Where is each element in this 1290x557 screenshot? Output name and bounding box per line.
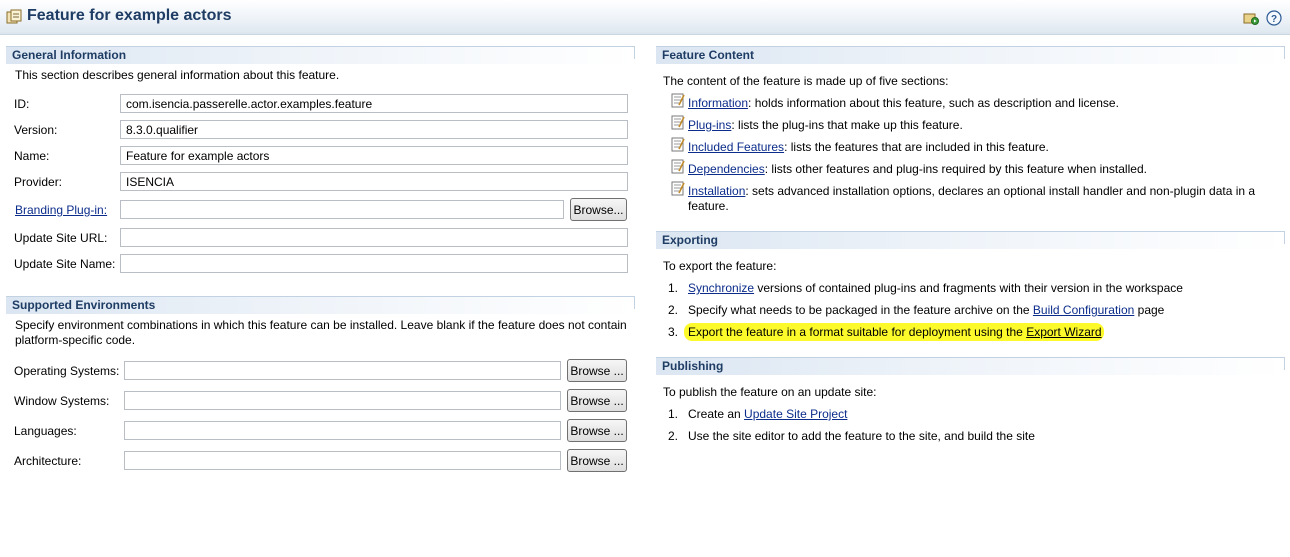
os-browse-button[interactable]: Browse ... <box>567 359 627 382</box>
publishing-intro: To publish the feature on an update site… <box>663 385 877 399</box>
branding-browse-button[interactable]: Browse... <box>570 198 627 221</box>
architecture-field[interactable] <box>124 451 561 470</box>
build-configuration-link[interactable]: Build Configuration <box>1033 303 1134 317</box>
architecture-browse-button[interactable]: Browse ... <box>567 449 627 472</box>
content-item-installation: Installation: sets advanced installation… <box>688 184 1268 214</box>
section-title: Exporting <box>662 233 718 247</box>
step-text: Export the feature in a format suitable … <box>688 325 1027 339</box>
exporting-header[interactable]: Exporting <box>656 231 1285 249</box>
step-number: 3. <box>668 325 679 339</box>
publishing-header[interactable]: Publishing <box>656 357 1285 375</box>
content-item-included-features: Included Features: lists the features th… <box>688 140 1049 154</box>
feature-content-header[interactable]: Feature Content <box>656 46 1285 64</box>
update-site-name-field[interactable] <box>120 254 628 273</box>
item-text: : holds information about this feature, … <box>748 96 1119 110</box>
item-text: : lists the plug-ins that make up this f… <box>731 118 963 132</box>
plugins-link[interactable]: Plug-ins <box>688 118 731 132</box>
section-title: Supported Environments <box>12 298 156 312</box>
content-item-information: Information: holds information about thi… <box>688 96 1119 110</box>
exporting-intro: To export the feature: <box>663 259 777 273</box>
export-step-2: Specify what needs to be packaged in the… <box>688 303 1164 317</box>
ws-browse-button[interactable]: Browse ... <box>567 389 627 412</box>
branding-plugin-link[interactable]: Branding Plug-in: <box>15 203 107 217</box>
synchronize-link[interactable]: Synchronize <box>688 281 754 295</box>
section-title: Feature Content <box>662 48 755 62</box>
export-step-1: Synchronize versions of contained plug-i… <box>688 281 1183 295</box>
general-description: This section describes general informati… <box>15 68 340 82</box>
os-field[interactable] <box>124 361 561 380</box>
item-text: : sets advanced installation options, de… <box>688 184 1256 213</box>
content-item-dependencies: Dependencies: lists other features and p… <box>688 162 1147 176</box>
id-label: ID: <box>14 97 30 111</box>
update-site-project-link[interactable]: Update Site Project <box>744 407 847 421</box>
version-label: Version: <box>14 123 58 137</box>
page-icon <box>671 93 685 108</box>
languages-browse-button[interactable]: Browse ... <box>567 419 627 442</box>
svg-text:?: ? <box>1271 14 1277 25</box>
provider-field[interactable] <box>120 172 628 191</box>
branding-plugin-field[interactable] <box>120 200 564 219</box>
languages-field[interactable] <box>124 421 561 440</box>
environments-description: Specify environment combinations in whic… <box>15 318 627 347</box>
section-title: General Information <box>12 48 127 62</box>
step-text: Create an <box>688 407 745 421</box>
page-title: Feature for example actors <box>27 7 232 24</box>
section-title: Publishing <box>662 359 724 373</box>
step-number: 1. <box>668 407 679 421</box>
content-item-plugins: Plug-ins: lists the plug-ins that make u… <box>688 118 963 132</box>
languages-label: Languages: <box>14 424 77 438</box>
step-text: versions of contained plug-ins and fragm… <box>754 281 1183 295</box>
editor-header: Feature for example actors ? <box>0 0 1290 35</box>
step-number: 2. <box>668 303 679 317</box>
help-icon[interactable]: ? <box>1266 10 1282 26</box>
included-features-link[interactable]: Included Features <box>688 140 784 154</box>
version-field[interactable] <box>120 120 628 139</box>
item-text: : lists the features that are included i… <box>784 140 1049 154</box>
dependencies-link[interactable]: Dependencies <box>688 162 765 176</box>
name-label: Name: <box>14 149 50 163</box>
page-icon <box>671 115 685 130</box>
step-tail: page <box>1134 303 1165 317</box>
information-link[interactable]: Information <box>688 96 748 110</box>
run-icon[interactable] <box>1243 10 1259 26</box>
publish-step-2: Use the site editor to add the feature t… <box>688 429 1035 443</box>
ws-label: Window Systems: <box>14 394 110 408</box>
page-icon <box>671 137 685 152</box>
step-text: Specify what needs to be packaged in the… <box>688 303 1033 317</box>
id-field[interactable] <box>120 94 628 113</box>
step-number: 2. <box>668 429 679 443</box>
update-site-url-label: Update Site URL: <box>14 231 108 245</box>
installation-link[interactable]: Installation <box>688 184 745 198</box>
os-label: Operating Systems: <box>14 364 120 378</box>
update-site-name-label: Update Site Name: <box>14 257 116 271</box>
feature-icon <box>6 9 22 24</box>
export-step-3: Export the feature in a format suitable … <box>688 325 1102 339</box>
general-information-header[interactable]: General Information <box>6 46 635 64</box>
publish-step-1: Create an Update Site Project <box>688 407 847 421</box>
content-intro: The content of the feature is made up of… <box>663 74 949 88</box>
item-text: : lists other features and plug-ins requ… <box>764 162 1147 176</box>
export-wizard-link[interactable]: Export Wizard <box>1026 325 1101 339</box>
update-site-url-field[interactable] <box>120 228 628 247</box>
architecture-label: Architecture: <box>14 454 82 468</box>
provider-label: Provider: <box>14 175 63 189</box>
page-icon <box>671 181 685 196</box>
ws-field[interactable] <box>124 391 561 410</box>
page-icon <box>671 159 685 174</box>
step-number: 1. <box>668 281 679 295</box>
name-field[interactable] <box>120 146 628 165</box>
supported-environments-header[interactable]: Supported Environments <box>6 296 635 314</box>
